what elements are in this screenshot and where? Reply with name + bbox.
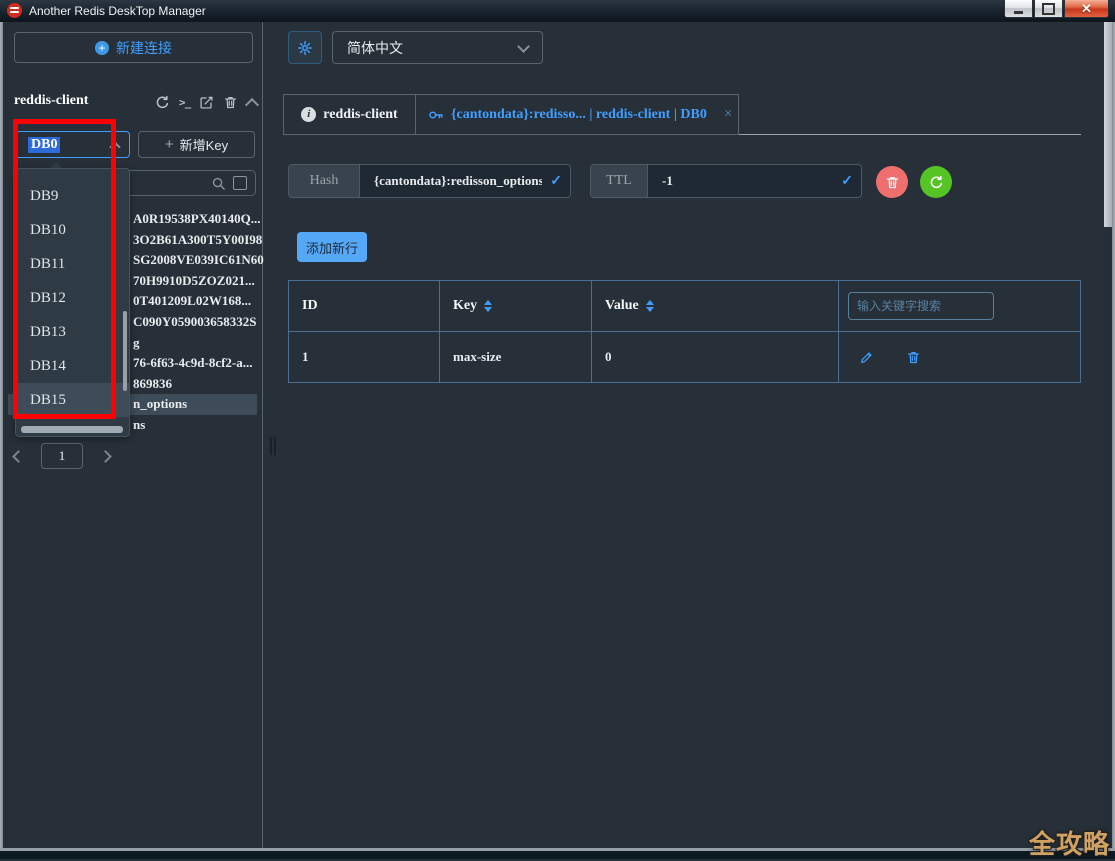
key-confirm-icon[interactable]: ✓	[550, 173, 562, 190]
ttl-label: TTL	[591, 165, 648, 197]
pane-divider	[262, 22, 263, 848]
refresh-key-button[interactable]	[920, 166, 952, 198]
tab-key[interactable]: {cantondata}:redisso... | reddis-client …	[415, 94, 739, 135]
info-icon: i	[301, 107, 316, 122]
exact-match-checkbox[interactable]	[233, 176, 247, 190]
terminal-icon[interactable]: >_	[179, 96, 190, 109]
window-title: Another Redis DeskTop Manager	[29, 0, 206, 22]
refresh-icon	[929, 175, 944, 190]
collapse-connection-icon[interactable]	[245, 97, 259, 111]
prev-page-button[interactable]	[12, 450, 25, 463]
header-key: Key	[440, 281, 592, 332]
cell-actions	[839, 332, 1080, 382]
table-row: 1 max-size 0	[289, 332, 1080, 382]
cell-id: 1	[289, 332, 440, 382]
key-type-label: Hash	[289, 165, 360, 197]
db-dropdown: DB9 DB10 DB11 DB12 DB13 DB14 DB15	[15, 168, 130, 437]
page-number[interactable]: 1	[41, 443, 83, 469]
next-page-button[interactable]	[99, 450, 112, 463]
field-table: ID Key Value 1 max-size 0	[288, 280, 1081, 383]
plus-icon: +	[165, 136, 174, 153]
add-row-button[interactable]: 添加新行	[297, 232, 367, 262]
db-option[interactable]: DB9	[16, 179, 129, 213]
pane-resize-handle[interactable]	[270, 437, 276, 455]
db-option[interactable]: DB14	[16, 349, 129, 383]
maximize-button[interactable]	[1034, 0, 1063, 18]
chevron-down-icon	[517, 40, 530, 53]
desktop-strip	[0, 851, 1115, 859]
cell-value: 0	[592, 332, 839, 382]
close-icon: ✕	[1081, 2, 1092, 15]
refresh-icon[interactable]	[155, 95, 170, 110]
key-sort-icon[interactable]	[484, 300, 492, 312]
header-actions	[839, 281, 1080, 332]
row-delete-button[interactable]	[906, 350, 921, 365]
dropdown-scrollbar-horizontal[interactable]	[21, 426, 123, 433]
header-value: Value	[592, 281, 839, 332]
minimize-icon	[1014, 11, 1023, 14]
trash-icon	[885, 175, 900, 190]
db-option[interactable]: DB10	[16, 213, 129, 247]
row-search-input[interactable]	[848, 292, 994, 320]
plus-circle-icon: +	[95, 41, 109, 55]
key-name-input[interactable]	[372, 172, 544, 190]
ttl-group: TTL ✓	[590, 164, 862, 198]
window-scrollbar-thumb[interactable]	[1104, 22, 1112, 227]
tab-connection[interactable]: i reddis-client	[283, 94, 416, 135]
language-select[interactable]: 简体中文	[332, 31, 543, 64]
header-value-label: Value	[605, 298, 639, 314]
cell-key: max-size	[440, 332, 592, 382]
watermark: 全攻略	[1029, 824, 1110, 861]
row-edit-button[interactable]	[859, 350, 874, 365]
delete-key-button[interactable]	[876, 166, 908, 198]
search-icon	[211, 176, 226, 191]
db-select-value: DB0	[28, 137, 60, 153]
ttl-confirm-icon[interactable]: ✓	[841, 173, 853, 190]
maximize-icon	[1042, 3, 1055, 15]
delete-connection-icon[interactable]	[223, 95, 238, 110]
tab-close-icon[interactable]: ×	[724, 107, 732, 122]
connection-name: reddis-client	[14, 93, 88, 109]
ttl-input[interactable]	[660, 172, 835, 190]
gear-icon	[297, 40, 313, 56]
window-border-left	[0, 22, 3, 851]
tab-connection-label: reddis-client	[323, 107, 397, 123]
chevron-up-icon	[109, 141, 120, 152]
header-id: ID	[289, 281, 440, 332]
app-icon	[7, 3, 22, 18]
new-key-button[interactable]: + 新增Key	[138, 131, 255, 158]
language-value: 简体中文	[347, 38, 403, 58]
close-button[interactable]: ✕	[1064, 0, 1109, 18]
pagination: 1	[14, 443, 110, 469]
key-name-group: Hash ✓	[288, 164, 571, 198]
header-key-label: Key	[453, 298, 477, 314]
new-connection-label: 新建连接	[116, 38, 172, 58]
dropdown-arrow	[50, 162, 62, 168]
db-select[interactable]: DB0	[15, 131, 130, 158]
minimize-button[interactable]	[1004, 0, 1033, 18]
settings-button[interactable]	[288, 31, 322, 64]
dropdown-scrollbar-vertical[interactable]	[123, 311, 127, 391]
db-option[interactable]: DB12	[16, 281, 129, 315]
new-connection-button[interactable]: + 新建连接	[14, 32, 253, 63]
new-key-label: 新增Key	[180, 135, 228, 154]
value-sort-icon[interactable]	[646, 300, 654, 312]
db-option[interactable]: DB13	[16, 315, 129, 349]
db-option[interactable]: DB11	[16, 247, 129, 281]
key-icon	[428, 107, 444, 123]
tabbar-underline	[739, 134, 1081, 135]
tab-key-label: {cantondata}:redisso... | reddis-client …	[451, 107, 707, 123]
edit-connection-icon[interactable]	[199, 95, 214, 110]
db-option-hovered[interactable]: DB15	[16, 383, 129, 417]
